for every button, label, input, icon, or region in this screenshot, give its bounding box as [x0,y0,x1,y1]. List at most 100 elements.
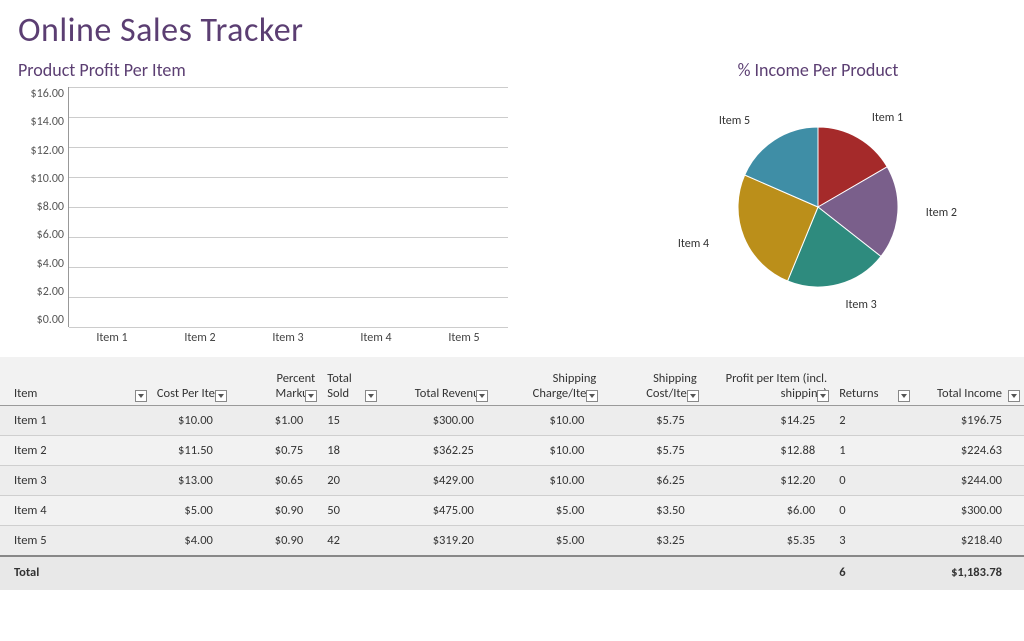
column-header-profit: Profit per Item (incl. shipping) [703,357,834,406]
cell-item: Item 5 [0,526,151,557]
total-cell-item: Total [0,556,151,590]
cell-profit: $6.00 [703,496,834,526]
y-tick: $14.00 [31,115,64,129]
cell-profit: $5.35 [703,526,834,557]
cell-income: $196.75 [914,406,1024,436]
cell-shipcost: $6.25 [602,466,702,496]
x-label: Item 3 [244,331,332,345]
cell-income: $218.40 [914,526,1024,557]
total-cell-returns: 6 [833,556,913,590]
column-header-revenue: Total Revenue [381,357,491,406]
x-label: Item 4 [332,331,420,345]
cell-revenue: $475.00 [381,496,491,526]
cell-cost: $11.50 [151,436,231,466]
cell-shipchg: $10.00 [492,466,602,496]
cell-income: $300.00 [914,496,1024,526]
y-tick: $2.00 [37,285,64,299]
page-title: Online Sales Tracker [18,10,1024,51]
column-header-cost: Cost Per Item [151,357,231,406]
cell-income: $224.63 [914,436,1024,466]
cell-sold: 15 [321,406,381,436]
cell-profit: $12.20 [703,466,834,496]
cell-item: Item 1 [0,406,151,436]
cell-shipchg: $10.00 [492,436,602,466]
total-cell-shipcost [602,556,702,590]
column-header-returns: Returns [833,357,913,406]
filter-dropdown-icon[interactable] [687,390,699,402]
x-label: Item 5 [420,331,508,345]
table-row[interactable]: Item 2$11.50$0.7518$362.25$10.00$5.75$12… [0,436,1024,466]
bar-chart-title: Product Profit Per Item [18,59,508,81]
filter-dropdown-icon[interactable] [1008,390,1020,402]
pie-chart-title: % Income Per Product [658,59,978,81]
y-tick: $12.00 [31,144,64,158]
x-label: Item 2 [156,331,244,345]
pie-label: Item 2 [926,206,957,220]
cell-returns: 3 [833,526,913,557]
table-row[interactable]: Item 3$13.00$0.6520$429.00$10.00$6.25$12… [0,466,1024,496]
filter-dropdown-icon[interactable] [898,390,910,402]
y-tick: $4.00 [37,257,64,271]
total-cell-markup [231,556,321,590]
cell-markup: $0.90 [231,526,321,557]
sales-table-area: ItemCost Per ItemPercent MarkupTotal Sol… [0,357,1024,590]
pie-chart: % Income Per Product Item 1Item 2Item 3I… [658,59,978,307]
column-header-sold: Total Sold [321,357,381,406]
y-tick: $6.00 [37,228,64,242]
y-tick: $10.00 [31,172,64,186]
cell-profit: $12.88 [703,436,834,466]
cell-sold: 50 [321,496,381,526]
cell-sold: 20 [321,466,381,496]
total-cell-profit [703,556,834,590]
cell-item: Item 2 [0,436,151,466]
cell-income: $244.00 [914,466,1024,496]
column-header-income: Total Income [914,357,1024,406]
cell-shipcost: $3.50 [602,496,702,526]
sales-table: ItemCost Per ItemPercent MarkupTotal Sol… [0,357,1024,590]
filter-dropdown-icon[interactable] [215,390,227,402]
column-header-markup: Percent Markup [231,357,321,406]
cell-returns: 2 [833,406,913,436]
filter-dropdown-icon[interactable] [476,390,488,402]
cell-shipcost: $3.25 [602,526,702,557]
table-row[interactable]: Item 4$5.00$0.9050$475.00$5.00$3.50$6.00… [0,496,1024,526]
cell-item: Item 3 [0,466,151,496]
bar-chart: Product Profit Per Item $16.00 $14.00 $12.… [18,59,508,345]
cell-cost: $13.00 [151,466,231,496]
total-cell-shipchg [492,556,602,590]
x-label: Item 1 [68,331,156,345]
y-tick: $16.00 [31,87,64,101]
filter-dropdown-icon[interactable] [817,390,829,402]
cell-sold: 42 [321,526,381,557]
cell-revenue: $429.00 [381,466,491,496]
filter-dropdown-icon[interactable] [305,390,317,402]
cell-markup: $1.00 [231,406,321,436]
cell-markup: $0.90 [231,496,321,526]
total-cell-income: $1,183.78 [914,556,1024,590]
table-total-row: Total 6$1,183.78 [0,556,1024,590]
filter-dropdown-icon[interactable] [586,390,598,402]
cell-revenue: $362.25 [381,436,491,466]
column-header-item: Item [0,357,151,406]
filter-dropdown-icon[interactable] [135,390,147,402]
table-row[interactable]: Item 1$10.00$1.0015$300.00$10.00$5.75$14… [0,406,1024,436]
cell-returns: 0 [833,496,913,526]
pie-label: Item 5 [719,114,750,128]
cell-cost: $5.00 [151,496,231,526]
cell-cost: $10.00 [151,406,231,436]
pie-label: Item 4 [678,237,709,251]
cell-markup: $0.75 [231,436,321,466]
y-tick: $8.00 [37,200,64,214]
filter-dropdown-icon[interactable] [365,390,377,402]
cell-profit: $14.25 [703,406,834,436]
cell-shipchg: $5.00 [492,496,602,526]
cell-item: Item 4 [0,496,151,526]
cell-shipchg: $5.00 [492,526,602,557]
cell-returns: 1 [833,436,913,466]
total-cell-revenue [381,556,491,590]
cell-shipchg: $10.00 [492,406,602,436]
table-row[interactable]: Item 5$4.00$0.9042$319.20$5.00$3.25$5.35… [0,526,1024,557]
total-cell-sold [321,556,381,590]
cell-sold: 18 [321,436,381,466]
column-header-shipcost: Shipping Cost/Item [602,357,702,406]
